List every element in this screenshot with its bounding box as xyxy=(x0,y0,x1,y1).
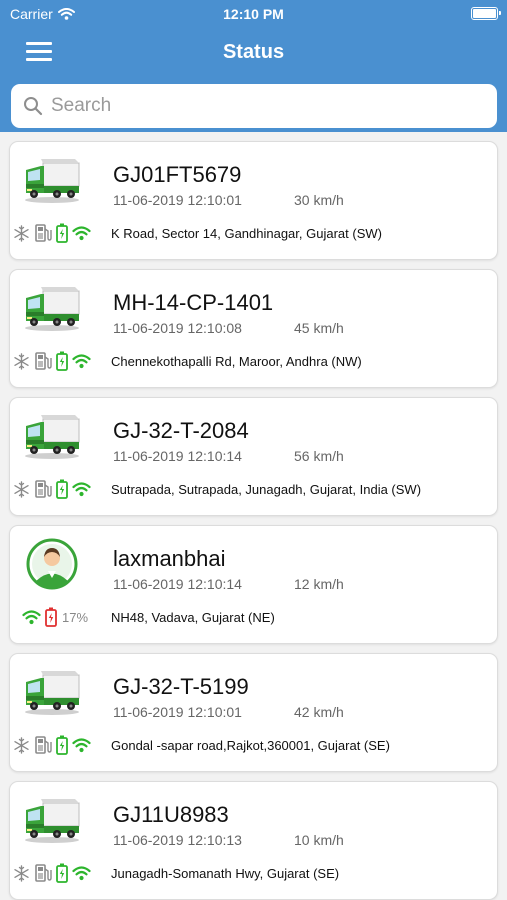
vehicle-card[interactable]: MH-14-CP-1401 11-06-2019 12:10:08 45 km/h C… xyxy=(9,269,498,388)
vehicle-card[interactable]: laxmanbhai 11-06-2019 12:10:14 12 km/h 17% N… xyxy=(9,525,498,644)
battery-icon xyxy=(56,351,68,371)
search-input[interactable] xyxy=(51,95,471,117)
vehicle-speed: 12 km/h xyxy=(294,576,344,592)
vehicle-name: GJ01FT5679 xyxy=(113,162,242,187)
battery-icon xyxy=(56,479,68,499)
truck-icon xyxy=(23,412,81,460)
vehicle-address: K Road, Sector 14, Gandhinagar, Gujarat … xyxy=(111,226,382,241)
truck-icon xyxy=(23,156,81,204)
truck-icon xyxy=(23,284,81,332)
vehicle-card[interactable]: GJ-32-T-5199 11-06-2019 12:10:01 42 km/h Go… xyxy=(9,653,498,772)
vehicle-card[interactable]: GJ01FT5679 11-06-2019 12:10:01 30 km/h K Ro… xyxy=(9,141,498,260)
last-update-time: 11-06-2019 12:10:01 xyxy=(113,704,242,720)
vehicle-name: laxmanbhai xyxy=(113,546,226,571)
battery-icon xyxy=(56,735,68,755)
wifi-signal-icon xyxy=(22,609,41,625)
search-icon xyxy=(24,97,43,116)
search-box[interactable] xyxy=(11,84,497,128)
battery-percent: 17% xyxy=(62,609,89,625)
status-icons xyxy=(13,479,91,499)
wifi-signal-icon xyxy=(72,225,91,241)
vehicle-name: GJ11U8983 xyxy=(113,802,229,827)
status-bar: Carrier 12:10 PM xyxy=(0,0,507,28)
battery-icon xyxy=(56,863,68,883)
wifi-signal-icon xyxy=(72,737,91,753)
snowflake-icon xyxy=(13,736,30,754)
vehicle-name: GJ-32-T-2084 xyxy=(113,418,249,443)
fuel-pump-icon xyxy=(34,479,52,499)
snowflake-icon xyxy=(13,352,30,370)
fuel-pump-icon xyxy=(34,351,52,371)
vehicle-name: MH-14-CP-1401 xyxy=(113,290,274,315)
clock: 12:10 PM xyxy=(223,6,284,22)
status-icons: 17% xyxy=(22,607,88,627)
vehicle-card[interactable]: GJ11U8983 11-06-2019 12:10:13 10 km/h Junag… xyxy=(9,781,498,900)
wifi-signal-icon xyxy=(72,481,91,497)
last-update-time: 11-06-2019 12:10:14 xyxy=(113,576,242,592)
vehicle-speed: 10 km/h xyxy=(294,832,344,848)
wifi-signal-icon xyxy=(72,353,91,369)
vehicle-speed: 30 km/h xyxy=(294,192,344,208)
snowflake-icon xyxy=(13,480,30,498)
search-bar-container xyxy=(0,80,507,132)
status-icons xyxy=(13,351,91,371)
last-update-time: 11-06-2019 12:10:14 xyxy=(113,448,242,464)
fuel-pump-icon xyxy=(34,223,52,243)
vehicle-speed: 56 km/h xyxy=(294,448,344,464)
wifi-signal-icon xyxy=(72,865,91,881)
truck-icon xyxy=(23,796,81,844)
fuel-pump-icon xyxy=(34,735,52,755)
status-icons xyxy=(13,223,91,243)
vehicle-card[interactable]: GJ-32-T-2084 11-06-2019 12:10:14 56 km/h Su… xyxy=(9,397,498,516)
last-update-time: 11-06-2019 12:10:01 xyxy=(113,192,242,208)
last-update-time: 11-06-2019 12:10:08 xyxy=(113,320,242,336)
vehicle-address: Gondal -sapar road,Rajkot,360001, Gujara… xyxy=(111,738,390,753)
vehicle-speed: 42 km/h xyxy=(294,704,344,720)
snowflake-icon xyxy=(13,864,30,882)
page-title: Status xyxy=(222,41,285,63)
battery-status-icon xyxy=(471,7,501,20)
vehicle-name: GJ-32-T-5199 xyxy=(113,674,249,699)
vehicle-address: Sutrapada, Sutrapada, Junagadh, Gujarat,… xyxy=(111,482,422,497)
vehicle-address: Chennekothapalli Rd, Maroor, Andhra (NW) xyxy=(111,354,362,369)
person-avatar-icon xyxy=(26,538,84,590)
status-icons xyxy=(13,735,91,755)
fuel-pump-icon xyxy=(34,863,52,883)
battery-low-icon xyxy=(45,607,57,627)
status-icons xyxy=(13,863,91,883)
nav-bar: Status xyxy=(0,28,507,80)
vehicle-address: Junagadh-Somanath Hwy, Gujarat (SE) xyxy=(111,866,340,881)
battery-icon xyxy=(56,223,68,243)
vehicle-speed: 45 km/h xyxy=(294,320,344,336)
truck-icon xyxy=(23,668,81,716)
last-update-time: 11-06-2019 12:10:13 xyxy=(113,832,242,848)
snowflake-icon xyxy=(13,224,30,242)
vehicle-address: NH48, Vadava, Gujarat (NE) xyxy=(111,610,275,625)
